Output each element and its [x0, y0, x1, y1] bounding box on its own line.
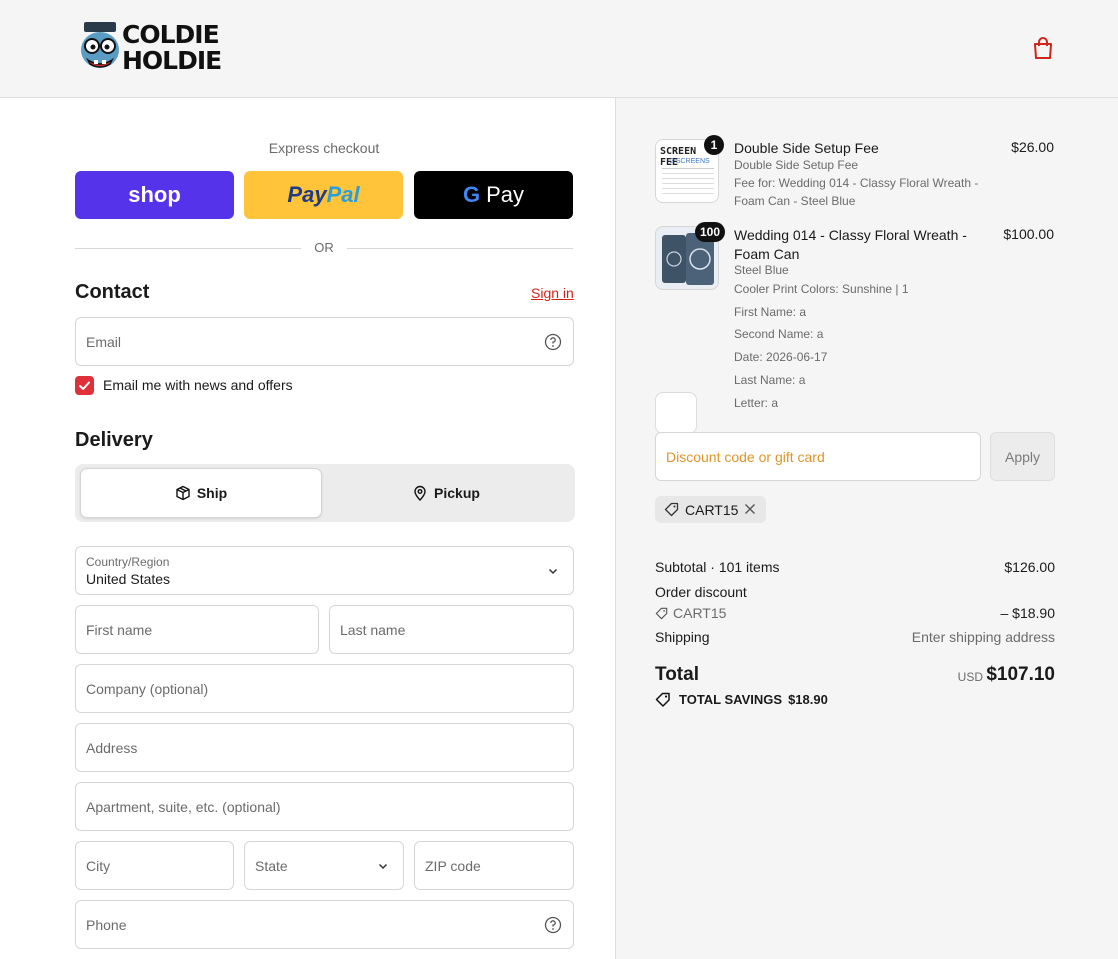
discount-placeholder: Discount code or gift card	[666, 448, 825, 465]
discount-code-row: CART15	[655, 605, 726, 621]
subtotal-label: Subtotal · 101 items	[655, 559, 780, 575]
state-placeholder: State	[255, 857, 288, 874]
item-property: Letter: a	[734, 396, 779, 410]
apply-discount-button[interactable]: Apply	[990, 432, 1055, 481]
newsletter-label: Email me with news and offers	[103, 377, 293, 393]
tag-icon	[655, 692, 670, 707]
company-field[interactable]: Company (optional)	[75, 664, 574, 713]
zombie-mascot-icon	[81, 22, 119, 68]
tab-pickup-label: Pickup	[434, 485, 480, 501]
summary-discount-code: CART15	[673, 605, 727, 621]
chevron-down-icon	[548, 568, 558, 574]
contact-title: Contact	[75, 281, 150, 303]
help-circle-icon[interactable]	[544, 916, 562, 934]
box-icon	[176, 485, 190, 501]
zip-field[interactable]: ZIP code	[414, 841, 574, 890]
item-price: $26.00	[1011, 139, 1054, 155]
google-pay-label: Pay	[486, 182, 525, 207]
newsletter-checkbox[interactable]	[75, 376, 94, 395]
item-detail: Cooler Print Colors: Sunshine | 1	[734, 282, 909, 296]
applied-discount-code: CART15	[685, 501, 739, 518]
country-select[interactable]: Country/Region United States	[75, 546, 574, 595]
checkmark-icon	[79, 381, 90, 390]
brand-logo[interactable]: COLDIE HOLDIE	[78, 18, 222, 78]
zip-placeholder: ZIP code	[425, 857, 481, 874]
apartment-field[interactable]: Apartment, suite, etc. (optional)	[75, 782, 574, 831]
state-select[interactable]: State	[244, 841, 404, 890]
checkout-header: COLDIE HOLDIE	[0, 0, 1118, 98]
item-property: Second Name: a	[734, 327, 824, 341]
item-variant: Steel Blue	[734, 263, 789, 277]
discount-value: – $18.90	[1000, 605, 1056, 621]
close-icon[interactable]	[743, 502, 757, 516]
total-value: $107.10	[986, 664, 1055, 685]
company-placeholder: Company (optional)	[86, 680, 209, 697]
item-name: Wedding 014 - Classy Floral Wreath - Foa…	[734, 227, 967, 262]
item-image-placeholder	[655, 392, 697, 434]
logo-text: COLDIE HOLDIE	[122, 20, 222, 75]
first-name-field[interactable]: First name	[75, 605, 319, 654]
order-discount-label: Order discount	[655, 584, 747, 600]
address-placeholder: Address	[86, 739, 138, 756]
item-property: Last Name: a	[734, 373, 806, 387]
or-divider-text: OR	[314, 240, 334, 255]
tag-icon	[664, 502, 679, 517]
total-savings: TOTAL SAVINGS $18.90	[655, 692, 828, 707]
item-property: First Name: a	[734, 305, 807, 319]
help-circle-icon[interactable]	[544, 333, 562, 351]
quantity-badge: 1	[704, 135, 724, 155]
item-detail: Fee for: Wedding 014 - Classy Floral Wre…	[734, 176, 979, 208]
tab-ship-label: Ship	[196, 485, 228, 501]
divider-left	[75, 248, 301, 249]
thumb-text-lines	[662, 168, 714, 198]
divider-right	[347, 248, 573, 249]
savings-value: $18.90	[788, 692, 828, 707]
country-value: United States	[86, 571, 171, 587]
express-checkout-title: Express checkout	[268, 140, 380, 156]
address-field[interactable]: Address	[75, 723, 574, 772]
shop-pay-button[interactable]: shop	[75, 171, 234, 219]
last-name-field[interactable]: Last name	[329, 605, 574, 654]
item-variant: Double Side Setup Fee	[734, 158, 859, 172]
first-name-placeholder: First name	[86, 621, 153, 638]
google-g-icon: G	[462, 182, 481, 207]
discount-code-input[interactable]: Discount code or gift card	[655, 432, 981, 481]
thumb-subtitle: 2 SCREENS	[670, 158, 710, 165]
tab-pickup[interactable]: Pickup	[325, 468, 567, 518]
sign-in-link[interactable]: Sign in	[531, 285, 574, 301]
last-name-placeholder: Last name	[340, 621, 406, 638]
item-property: Date: 2026-06-17	[734, 350, 828, 364]
location-pin-icon	[414, 485, 426, 501]
delivery-method-tabs: Ship Pickup	[75, 464, 575, 522]
savings-label: TOTAL SAVINGS	[679, 692, 783, 707]
total-label: Total	[655, 664, 699, 685]
item-price: $100.00	[1003, 226, 1054, 242]
quantity-badge: 100	[695, 222, 726, 242]
shopping-bag-icon[interactable]	[1030, 35, 1056, 61]
country-label: Country/Region	[86, 555, 170, 569]
paypal-label-part2: Pal	[326, 182, 360, 207]
city-placeholder: City	[86, 857, 111, 874]
tab-ship[interactable]: Ship	[80, 468, 322, 518]
shop-pay-label: shop	[128, 182, 181, 207]
tag-icon	[655, 607, 668, 619]
phone-field[interactable]: Phone	[75, 900, 574, 949]
email-placeholder: Email	[86, 333, 122, 350]
shipping-value: Enter shipping address	[911, 629, 1055, 645]
delivery-title: Delivery	[75, 429, 153, 451]
applied-discount-chip: CART15	[655, 496, 766, 523]
email-field[interactable]: Email	[75, 317, 574, 366]
paypal-button[interactable]: Pay Pal	[244, 171, 403, 219]
chevron-down-icon	[378, 863, 388, 869]
apartment-placeholder: Apartment, suite, etc. (optional)	[86, 798, 281, 815]
subtotal-value: $126.00	[1004, 559, 1055, 575]
city-field[interactable]: City	[75, 841, 234, 890]
total-currency: USD	[957, 670, 983, 684]
shipping-label: Shipping	[655, 629, 710, 645]
paypal-label-part1: Pay	[287, 182, 327, 207]
google-pay-button[interactable]: G Pay	[414, 171, 573, 219]
phone-placeholder: Phone	[86, 916, 127, 933]
